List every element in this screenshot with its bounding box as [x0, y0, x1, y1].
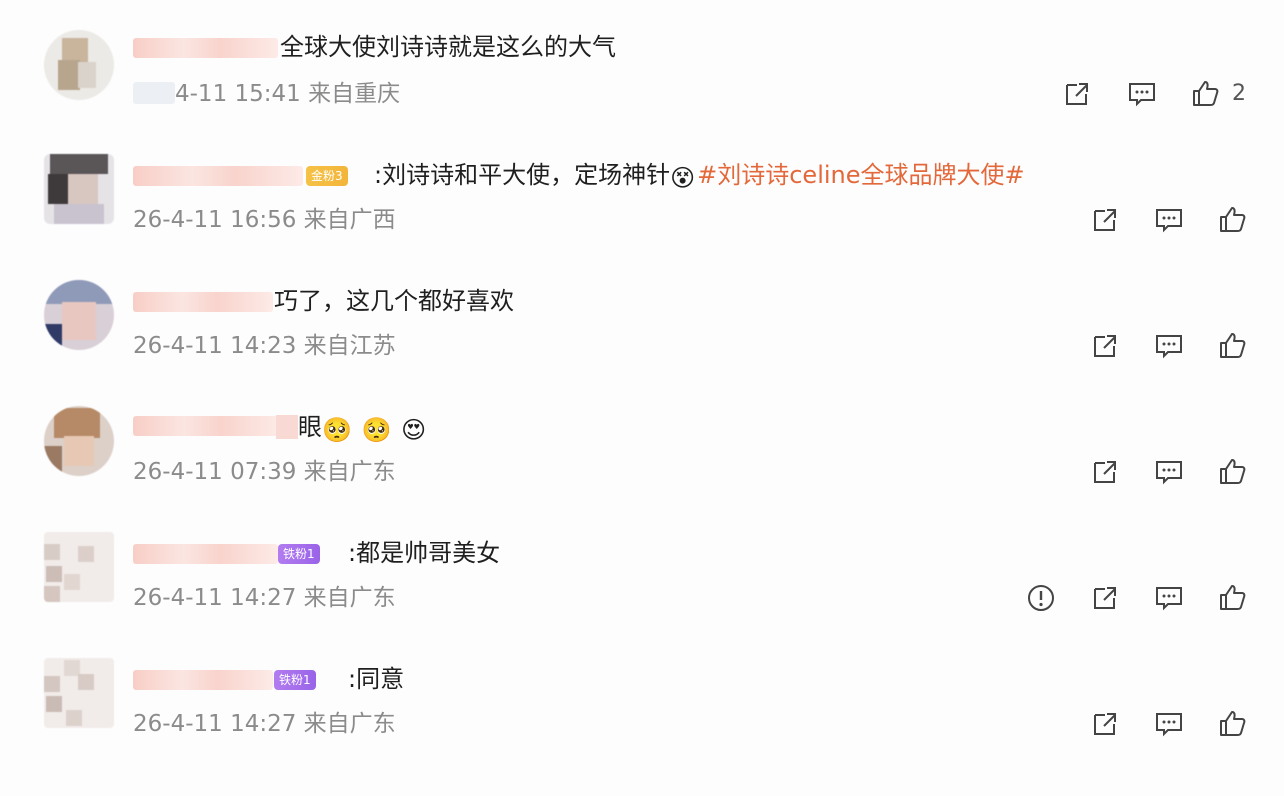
thumbs-up-icon [1220, 585, 1246, 610]
comment-time: 26-4-11 07:39 [133, 459, 297, 485]
fan-badge: 金粉3 [306, 166, 348, 186]
like-button[interactable] [1216, 204, 1248, 236]
comment-time: 26-4-11 14:23 [133, 333, 297, 359]
blurred-char [276, 415, 298, 439]
comment-text: 眼🥺 🥺 😍 [276, 412, 428, 445]
avatar[interactable] [44, 280, 114, 350]
share-button[interactable] [1089, 204, 1121, 236]
comment-meta: 4-11 15:41 来自重庆 [133, 80, 400, 108]
comment-location: 来自广东 [303, 459, 396, 485]
comment-button[interactable] [1153, 708, 1185, 740]
fan-badge: 铁粉1 [278, 544, 320, 564]
report-icon [1028, 585, 1054, 611]
comment-button[interactable] [1153, 582, 1185, 614]
comment-text: :同意 [348, 665, 405, 693]
emoji: 😍 [401, 416, 427, 444]
comment-icon [1156, 713, 1182, 737]
comment-text: :都是帅哥美女 [348, 539, 501, 567]
share-icon [1094, 713, 1116, 735]
share-button[interactable] [1089, 582, 1121, 614]
comment-time: 4-11 15:41 [175, 81, 301, 107]
comment-text-body: 眼 [298, 413, 322, 441]
username-blurred[interactable] [133, 292, 273, 312]
share-icon [1094, 587, 1116, 609]
comment-text: 全球大使刘诗诗就是这么的大气 [280, 33, 616, 61]
avatar[interactable] [44, 406, 114, 476]
username-blurred[interactable] [133, 544, 278, 564]
comment-text: 巧了，这几个都好喜欢 [274, 287, 514, 315]
emoji: 😵 [670, 164, 696, 192]
report-button[interactable] [1025, 582, 1057, 614]
username-blurred[interactable] [133, 416, 279, 436]
comment-location: 来自广东 [303, 711, 396, 737]
emoji: 🥺 [361, 416, 392, 444]
avatar[interactable] [44, 658, 114, 728]
comment-button[interactable] [1153, 204, 1185, 236]
comment-location: 来自重庆 [308, 81, 401, 107]
share-button[interactable] [1061, 78, 1093, 110]
comment-item: 金粉3 :刘诗诗和平大使，定场神针😵#刘诗诗celine全球品牌大使# 26-4… [0, 150, 1284, 276]
comment-location: 来自江苏 [303, 333, 396, 359]
thumbs-up-icon [1220, 333, 1246, 358]
comment-icon [1156, 209, 1182, 233]
share-button[interactable] [1089, 456, 1121, 488]
thumbs-up-icon [1220, 459, 1246, 484]
comment-text-body: :刘诗诗和平大使，定场神针 [374, 161, 671, 189]
like-button[interactable] [1216, 582, 1248, 614]
share-button[interactable] [1089, 330, 1121, 362]
thumbs-up-icon [1220, 711, 1246, 736]
comment-button[interactable] [1126, 78, 1158, 110]
like-button[interactable] [1216, 708, 1248, 740]
comment-item: 铁粉1 :同意 26-4-11 14:27 来自广东 [0, 654, 1284, 780]
comment-icon [1156, 587, 1182, 611]
username-blurred[interactable] [133, 38, 278, 58]
avatar[interactable] [44, 30, 114, 100]
comment-time: 26-4-11 14:27 [133, 585, 297, 611]
comment-time: 26-4-11 14:27 [133, 711, 297, 737]
comment-item: 全球大使刘诗诗就是这么的大气 4-11 15:41 来自重庆 2 [0, 24, 1284, 150]
comment-icon [1129, 83, 1155, 107]
blurred-year [133, 82, 175, 104]
comment-meta: 26-4-11 07:39 来自广东 [133, 458, 396, 486]
emoji: 🥺 [322, 416, 352, 444]
avatar[interactable] [44, 154, 114, 224]
comment-meta: 26-4-11 14:23 来自江苏 [133, 332, 396, 360]
share-icon [1094, 461, 1116, 483]
comment-icon [1156, 461, 1182, 485]
share-icon [1066, 83, 1088, 105]
comment-location: 来自广东 [303, 585, 396, 611]
avatar[interactable] [44, 532, 114, 602]
comment-meta: 26-4-11 14:27 来自广东 [133, 710, 396, 738]
comment-text: :刘诗诗和平大使，定场神针😵#刘诗诗celine全球品牌大使# [374, 160, 1025, 193]
share-button[interactable] [1089, 708, 1121, 740]
comment-meta: 26-4-11 14:27 来自广东 [133, 584, 396, 612]
share-icon [1094, 209, 1116, 231]
like-button[interactable] [1216, 330, 1248, 362]
comment-item: 眼🥺 🥺 😍 26-4-11 07:39 来自广东 [0, 402, 1284, 528]
like-button[interactable] [1189, 78, 1221, 110]
thumbs-up-icon [1220, 207, 1246, 232]
fan-badge: 铁粉1 [274, 670, 316, 690]
comment-location: 来自广西 [303, 207, 396, 233]
thumbs-up-icon [1193, 81, 1219, 106]
share-icon [1094, 335, 1116, 357]
comment-button[interactable] [1153, 330, 1185, 362]
like-button[interactable] [1216, 456, 1248, 488]
like-count: 2 [1232, 81, 1246, 106]
comment-time: 26-4-11 16:56 [133, 207, 297, 233]
comment-meta: 26-4-11 16:56 来自广西 [133, 206, 396, 234]
comment-button[interactable] [1153, 456, 1185, 488]
username-blurred[interactable] [133, 166, 303, 186]
hashtag-link[interactable]: #刘诗诗celine全球品牌大使# [697, 161, 1025, 189]
comment-item: 巧了，这几个都好喜欢 26-4-11 14:23 来自江苏 [0, 276, 1284, 402]
comment-icon [1156, 335, 1182, 359]
comment-item: 铁粉1 :都是帅哥美女 26-4-11 14:27 来自广东 [0, 528, 1284, 654]
username-blurred[interactable] [133, 670, 273, 690]
